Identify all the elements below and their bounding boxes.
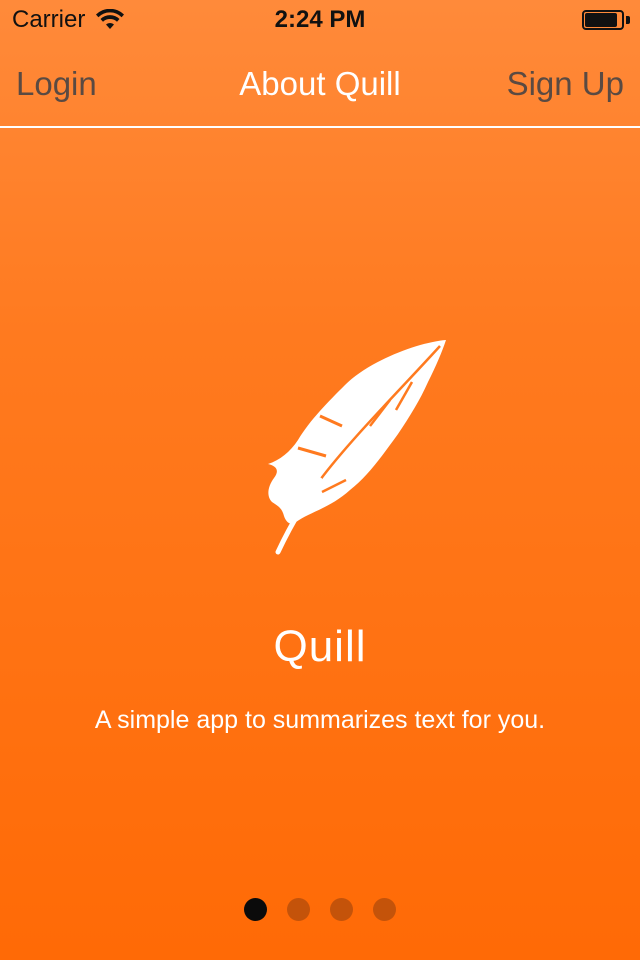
battery-icon <box>582 10 630 30</box>
page-dot-3[interactable] <box>330 898 353 921</box>
page-dot-1[interactable] <box>244 898 267 921</box>
status-clock: 2:24 PM <box>274 6 366 33</box>
page-indicator[interactable] <box>0 898 640 921</box>
page-dot-4[interactable] <box>373 898 396 921</box>
page-dot-2[interactable] <box>287 898 310 921</box>
navigation-bar: Login About Quill Sign Up <box>0 40 640 128</box>
app-tagline: A simple app to summarizes text for you. <box>94 706 546 734</box>
app-name: Quill <box>273 622 367 671</box>
sign-up-button[interactable]: Sign Up <box>507 64 624 104</box>
feather-icon <box>250 330 460 560</box>
battery-level <box>585 13 617 27</box>
status-bar: Carrier 2:24 PM <box>0 0 640 40</box>
